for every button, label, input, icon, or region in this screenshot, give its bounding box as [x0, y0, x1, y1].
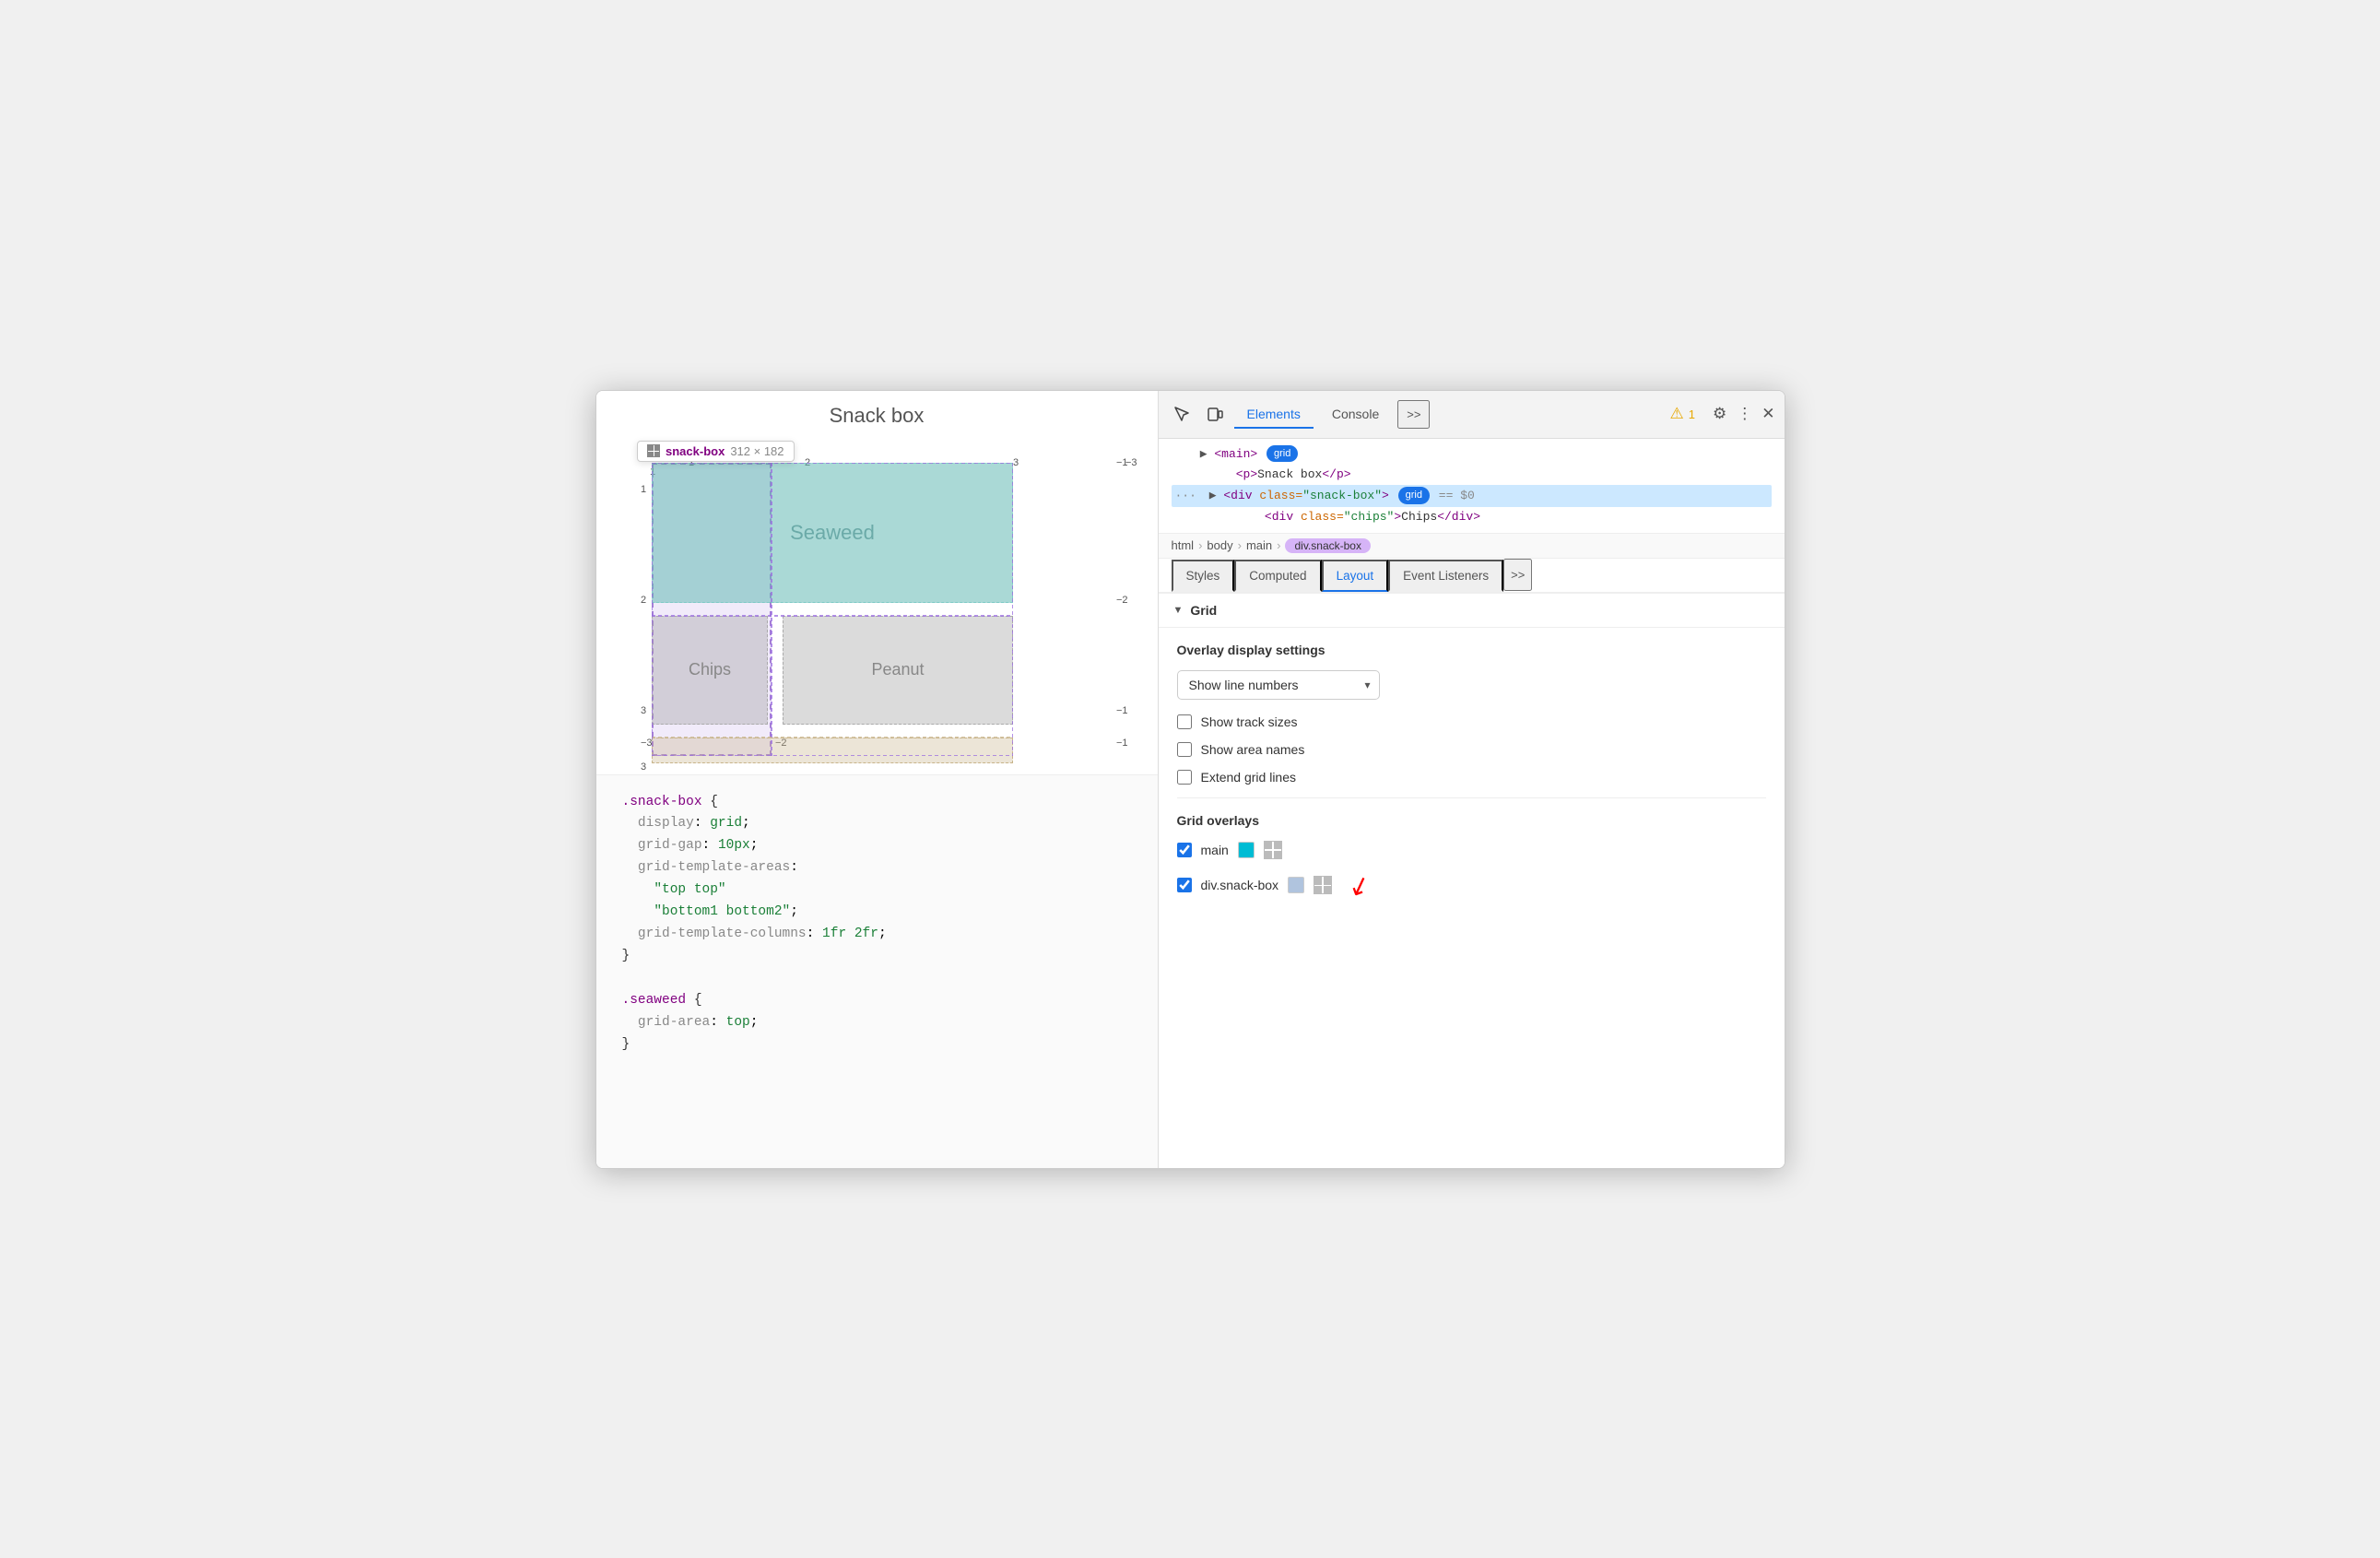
- main-overlay-row: main: [1177, 841, 1766, 859]
- snack-box-grid-icon[interactable]: [1314, 876, 1332, 894]
- tab-elements[interactable]: Elements: [1234, 401, 1314, 429]
- code-section: .snack-box { display: grid; grid-gap: 10…: [596, 774, 1158, 1168]
- snack-box-overlay-label: div.snack-box: [1201, 878, 1279, 892]
- div-grid-badge: grid: [1398, 487, 1430, 504]
- code-line-11: }: [622, 1034, 1132, 1056]
- close-icon[interactable]: ✕: [1761, 405, 1774, 423]
- main-overlay-label: main: [1201, 843, 1229, 857]
- tab-event-listeners[interactable]: Event Listeners: [1388, 560, 1503, 592]
- tab-layout[interactable]: Layout: [1322, 560, 1389, 592]
- col-line-pos: −3: [1125, 457, 1137, 468]
- overlay-settings-title: Overlay display settings: [1177, 643, 1766, 657]
- row-line-2: 2: [641, 595, 646, 606]
- grid-section-body: Overlay display settings Show line numbe…: [1159, 628, 1785, 927]
- element-tooltip: snack-box 312 × 182: [637, 441, 795, 462]
- row-line-neg1b: −1: [1116, 705, 1128, 716]
- extend-grid-lines-checkbox[interactable]: [1177, 770, 1192, 785]
- peanut-label: Peanut: [871, 660, 924, 679]
- grid-overlays-title: Grid overlays: [1177, 813, 1766, 828]
- seaweed-label: Seaweed: [790, 521, 875, 545]
- show-area-names-row[interactable]: Show area names: [1177, 742, 1766, 757]
- tab-computed[interactable]: Computed: [1234, 560, 1321, 592]
- col-line-3: 3: [1013, 457, 1019, 468]
- tooltip-class: snack-box: [666, 444, 725, 458]
- device-icon-btn[interactable]: [1201, 400, 1229, 428]
- code-line-1: .snack-box {: [622, 792, 1132, 814]
- row-line-neg2: −2: [1116, 595, 1128, 606]
- snack-box-color-swatch[interactable]: [1288, 877, 1304, 893]
- row-line-neg3: −3: [641, 738, 653, 749]
- grid-section-label: Grid: [1190, 603, 1217, 618]
- layout-panel: ▼ Grid Overlay display settings Show lin…: [1159, 594, 1785, 1168]
- show-area-names-label: Show area names: [1201, 742, 1305, 757]
- breadcrumb-body[interactable]: body: [1207, 538, 1232, 552]
- section-divider: [1177, 797, 1766, 798]
- extend-grid-lines-row[interactable]: Extend grid lines: [1177, 770, 1766, 785]
- seaweed-cell: Seaweed: [652, 463, 1013, 603]
- code-line-2: display: grid;: [622, 813, 1132, 835]
- dom-line-chips: <div class="chips">Chips</div>: [1172, 507, 1772, 527]
- dom-line-main: ▶ <main> grid: [1172, 444, 1772, 465]
- main-color-swatch[interactable]: [1238, 842, 1255, 858]
- tab-console[interactable]: Console: [1319, 401, 1392, 429]
- settings-icon[interactable]: ⚙: [1713, 405, 1726, 423]
- grid-visual-area: snack-box 312 × 182 1 2 3 −1 −3 1 1 2 −2…: [628, 433, 1125, 774]
- line-numbers-select[interactable]: Show line numbers Show track sizes Hide: [1177, 670, 1380, 700]
- more-options-icon[interactable]: ⋮: [1737, 405, 1752, 423]
- devtools-topbar: Elements Console >> ⚠ 1 ⚙ ⋮ ✕: [1159, 391, 1785, 439]
- row-line-neg1c: −1: [1116, 738, 1128, 749]
- row-line-3: 3: [641, 705, 646, 716]
- left-panel: Snack box snack-box 312 × 182 1 2 3 −1 −…: [596, 391, 1159, 1168]
- snack-box-overlay-row: div.snack-box ↙: [1177, 870, 1766, 901]
- show-area-names-checkbox[interactable]: [1177, 742, 1192, 757]
- dom-selected-line[interactable]: ··· ▶ <div class="snack-box"> grid == $0: [1172, 485, 1772, 507]
- right-panel: Elements Console >> ⚠ 1 ⚙ ⋮ ✕ ▶ <main> g…: [1159, 391, 1785, 1168]
- grid-section-header[interactable]: ▼ Grid: [1159, 594, 1785, 628]
- code-line-9: .seaweed {: [622, 990, 1132, 1012]
- extend-grid-lines-label: Extend grid lines: [1201, 770, 1297, 785]
- footer-cell: [652, 738, 1013, 763]
- main-grid-badge: grid: [1267, 445, 1298, 463]
- code-line-6: "bottom1 bottom2";: [622, 902, 1132, 924]
- breadcrumb: html › body › main › div.snack-box: [1159, 534, 1785, 559]
- dropdown-wrapper: Show line numbers Show track sizes Hide …: [1177, 670, 1380, 700]
- snack-box-overlay-checkbox[interactable]: [1177, 878, 1192, 892]
- browser-window: Snack box snack-box 312 × 182 1 2 3 −1 −…: [595, 390, 1785, 1169]
- tooltip-dims: 312 × 182: [730, 444, 784, 458]
- tab-more-btn[interactable]: >>: [1397, 400, 1430, 429]
- chips-label: Chips: [689, 660, 731, 679]
- chevron-down-icon: ▼: [1173, 605, 1184, 616]
- code-line-7: grid-template-columns: 1fr 2fr;: [622, 924, 1132, 946]
- breadcrumb-main[interactable]: main: [1246, 538, 1272, 552]
- code-line-4: grid-template-areas:: [622, 857, 1132, 879]
- show-track-sizes-row[interactable]: Show track sizes: [1177, 714, 1766, 729]
- peanut-cell: Peanut: [783, 616, 1013, 725]
- red-arrow-icon: ↙: [1344, 868, 1374, 903]
- row-line-3b: 3: [641, 761, 646, 773]
- dom-tree: ▶ <main> grid <p>Snack box</p> ··· ▶ <di…: [1159, 439, 1785, 534]
- code-line-8: }: [622, 946, 1132, 968]
- warning-badge: ⚠ 1: [1670, 405, 1695, 423]
- dom-line-p: <p>Snack box</p>: [1172, 465, 1772, 485]
- tab-panel-more[interactable]: >>: [1503, 559, 1532, 591]
- overlay-dropdown: Show line numbers Show track sizes Hide …: [1177, 670, 1766, 700]
- code-line-empty: [622, 968, 1132, 990]
- show-track-sizes-label: Show track sizes: [1201, 714, 1298, 729]
- inspector-icon-btn[interactable]: [1168, 400, 1196, 428]
- page-title: Snack box: [596, 391, 1158, 433]
- code-line-3: grid-gap: 10px;: [622, 835, 1132, 857]
- grid-icon: [647, 444, 660, 457]
- breadcrumb-active[interactable]: div.snack-box: [1285, 538, 1370, 553]
- tab-styles[interactable]: Styles: [1172, 560, 1235, 592]
- breadcrumb-html[interactable]: html: [1172, 538, 1195, 552]
- main-grid-icon[interactable]: [1264, 841, 1282, 859]
- code-line-5: "top top": [622, 879, 1132, 902]
- show-track-sizes-checkbox[interactable]: [1177, 714, 1192, 729]
- chips-cell: Chips: [652, 616, 768, 725]
- panel-tabs: Styles Computed Layout Event Listeners >…: [1159, 559, 1785, 594]
- code-line-10: grid-area: top;: [622, 1012, 1132, 1034]
- main-overlay-checkbox[interactable]: [1177, 843, 1192, 857]
- row-line-1: 1: [641, 484, 646, 495]
